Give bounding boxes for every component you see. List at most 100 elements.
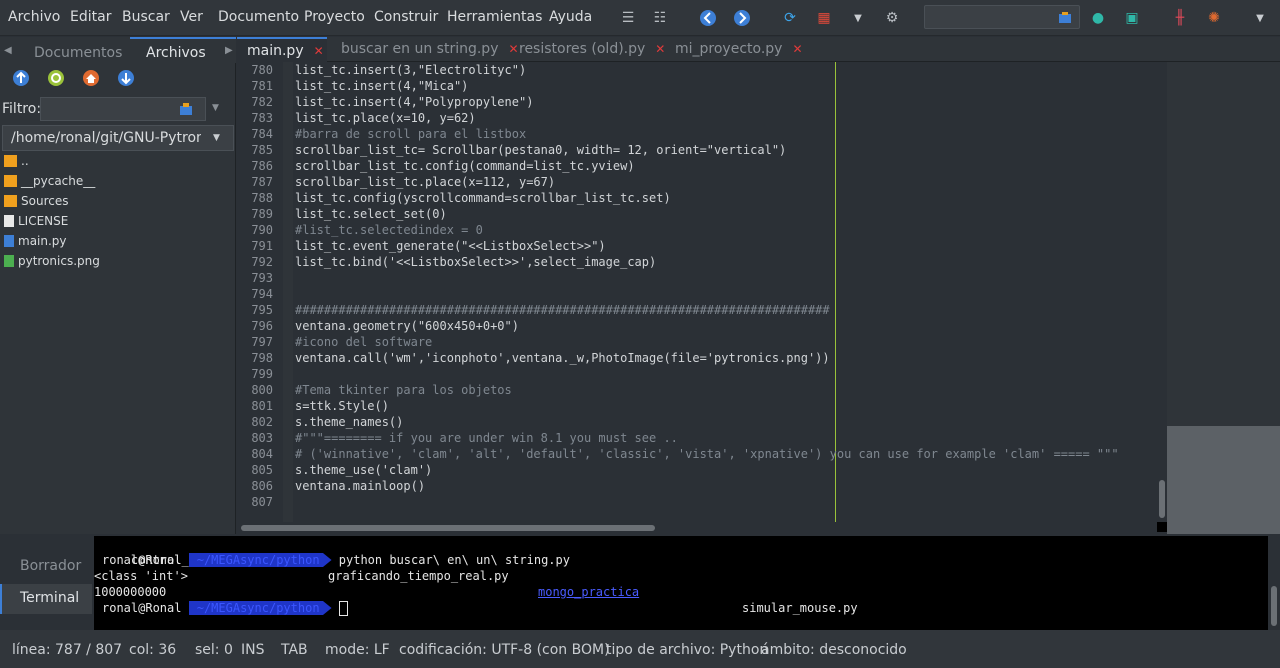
file-item[interactable]: Sources bbox=[4, 191, 68, 211]
code-line: s.theme_names() bbox=[295, 415, 404, 429]
plugins-icon[interactable]: ⚙ bbox=[882, 8, 902, 28]
code-line: list_tc.insert(3,"Electrolityc") bbox=[295, 63, 527, 77]
line-chart-icon[interactable]: ╫ bbox=[1170, 8, 1190, 28]
terminal[interactable]: control_remoto_ponencia.py graficando_ti… bbox=[94, 536, 1268, 630]
chevron-down-icon[interactable]: ▼ bbox=[848, 8, 868, 28]
line-number: 803 bbox=[251, 431, 273, 445]
menu-buscar[interactable]: Buscar bbox=[122, 9, 170, 25]
reload-icon[interactable]: ⟳ bbox=[780, 8, 800, 28]
comment-lines-icon[interactable]: ☰ bbox=[618, 8, 638, 28]
image-file-icon bbox=[4, 255, 14, 267]
close-icon[interactable]: ✕ bbox=[508, 42, 518, 56]
menu-ver[interactable]: Ver bbox=[180, 9, 203, 25]
clear-filter-icon[interactable] bbox=[178, 101, 194, 121]
close-icon[interactable]: ✕ bbox=[314, 44, 324, 58]
status-col: col: 36 bbox=[129, 642, 177, 658]
file-icon bbox=[4, 215, 14, 227]
navigate-back-icon[interactable] bbox=[698, 8, 718, 28]
menu-ayuda[interactable]: Ayuda bbox=[549, 9, 592, 25]
line-number: 796 bbox=[251, 319, 273, 333]
terminal-prompt-line: ronal@Ronal ~/MEGAsync/python bbox=[102, 600, 348, 616]
chevron-down-icon[interactable]: ▼ bbox=[213, 133, 220, 143]
line-number: 781 bbox=[251, 79, 273, 93]
color-chooser-icon[interactable]: ▦ bbox=[814, 8, 834, 28]
terminal-ls-line: control_remoto_ponencia.py graficando_ti… bbox=[102, 536, 858, 615]
code-line: ventana.mainloop() bbox=[295, 479, 426, 493]
terminal-command: python buscar\ en\ un\ string.py bbox=[338, 553, 570, 567]
set-path-icon[interactable] bbox=[117, 69, 135, 91]
folder-icon bbox=[4, 175, 17, 187]
terminal-scrollbar[interactable] bbox=[1268, 536, 1280, 630]
line-number: 784 bbox=[251, 127, 273, 141]
minimap[interactable] bbox=[1167, 62, 1280, 534]
line-number: 791 bbox=[251, 239, 273, 253]
tab-mi-proyecto[interactable]: mi_proyecto.py ✕ bbox=[675, 37, 803, 62]
close-icon[interactable]: ✕ bbox=[655, 42, 665, 56]
line-number: 807 bbox=[251, 495, 273, 509]
close-icon[interactable]: ✕ bbox=[792, 42, 802, 56]
tab-terminal[interactable]: Terminal bbox=[20, 590, 79, 606]
tab-main-py[interactable]: main.py ✕ bbox=[237, 37, 327, 62]
code-line: scrollbar_list_tc.config(command=list_tc… bbox=[295, 159, 635, 173]
code-line: #list_tc.selectedindex = 0 bbox=[295, 223, 483, 237]
file-name: pytronics.png bbox=[18, 254, 100, 268]
terminal-scroll-thumb[interactable] bbox=[1271, 586, 1277, 626]
vscroll-thumb[interactable] bbox=[1159, 480, 1165, 518]
menu-editar[interactable]: Editar bbox=[70, 9, 111, 25]
sidebar: ◀ Documentos Archivos ▶ Filtro: ▼ /home/… bbox=[0, 37, 236, 534]
tab-scroll-left-icon[interactable]: ◀ bbox=[4, 45, 12, 56]
hscroll-thumb[interactable] bbox=[241, 525, 655, 531]
menu-documento[interactable]: Documento bbox=[218, 9, 299, 25]
tab-scroll-right-icon[interactable]: ▶ bbox=[225, 45, 233, 56]
file-name: LICENSE bbox=[18, 214, 69, 228]
line-number: 798 bbox=[251, 351, 273, 365]
line-number: 793 bbox=[251, 271, 273, 285]
clear-search-icon[interactable] bbox=[1055, 8, 1075, 28]
status-ins: INS bbox=[241, 642, 265, 658]
menu-construir[interactable]: Construir bbox=[374, 9, 438, 25]
overflow-menu-icon[interactable]: ▼ bbox=[1250, 8, 1270, 28]
tab-buscar-en-un-string[interactable]: buscar en un string.py ✕ bbox=[341, 37, 519, 62]
code-line: ventana.geometry("600x450+0+0") bbox=[295, 319, 519, 333]
color-wheel-icon[interactable]: ✺ bbox=[1204, 8, 1224, 28]
ls-item-directory: mongo_practica bbox=[538, 585, 640, 599]
filter-dropdown-icon[interactable]: ▼ bbox=[212, 103, 219, 113]
navigate-forward-icon[interactable] bbox=[732, 8, 752, 28]
status-bar: línea: 787 / 807 col: 36 sel: 0 INS TAB … bbox=[0, 630, 1280, 668]
folder-icon bbox=[4, 155, 17, 167]
tab-label: main.py bbox=[247, 43, 304, 59]
tab-label: mi_proyecto.py bbox=[675, 41, 783, 57]
file-name: .. bbox=[21, 154, 29, 168]
tab-documentos[interactable]: Documentos bbox=[34, 41, 122, 65]
code-line: #icono del software bbox=[295, 335, 433, 349]
terminal-output: <class 'int'> bbox=[94, 569, 188, 583]
tab-borrador[interactable]: Borrador bbox=[20, 558, 81, 574]
search-icon[interactable]: ● bbox=[1088, 8, 1108, 28]
path-combo[interactable]: /home/ronal/git/GNU-Pytronic ▼ bbox=[2, 125, 234, 151]
go-up-icon[interactable] bbox=[12, 69, 30, 91]
file-item[interactable]: .. bbox=[4, 151, 29, 171]
code-line: list_tc.insert(4,"Mica") bbox=[295, 79, 469, 93]
home-icon[interactable] bbox=[82, 69, 100, 91]
line-number: 790 bbox=[251, 223, 273, 237]
python-file-icon bbox=[4, 235, 14, 247]
jump-to-line-icon[interactable]: ▣ bbox=[1122, 8, 1142, 28]
terminal-cursor bbox=[338, 601, 348, 616]
tab-archivos[interactable]: Archivos bbox=[146, 41, 206, 65]
menu-archivo[interactable]: Archivo bbox=[8, 9, 60, 25]
code-line: scrollbar_list_tc= Scrollbar(pestana0, w… bbox=[295, 143, 787, 157]
file-item[interactable]: LICENSE bbox=[4, 211, 68, 231]
file-item[interactable]: main.py bbox=[4, 231, 67, 251]
tab-resistores-old[interactable]: resistores (old).py ✕ bbox=[519, 37, 665, 62]
file-item[interactable]: __pycache__ bbox=[4, 171, 95, 191]
uncomment-lines-icon[interactable]: ☷ bbox=[650, 8, 670, 28]
menu-herramientas[interactable]: Herramientas bbox=[447, 9, 542, 25]
file-item[interactable]: pytronics.png bbox=[4, 251, 100, 271]
status-mode: mode: LF bbox=[325, 642, 390, 658]
code-line: s=ttk.Style() bbox=[295, 399, 389, 413]
refresh-icon[interactable] bbox=[47, 69, 65, 91]
menu-proyecto[interactable]: Proyecto bbox=[304, 9, 365, 25]
vertical-scrollbar[interactable] bbox=[1157, 62, 1167, 522]
horizontal-scrollbar[interactable] bbox=[237, 522, 1157, 534]
minimap-viewport[interactable] bbox=[1167, 426, 1280, 534]
